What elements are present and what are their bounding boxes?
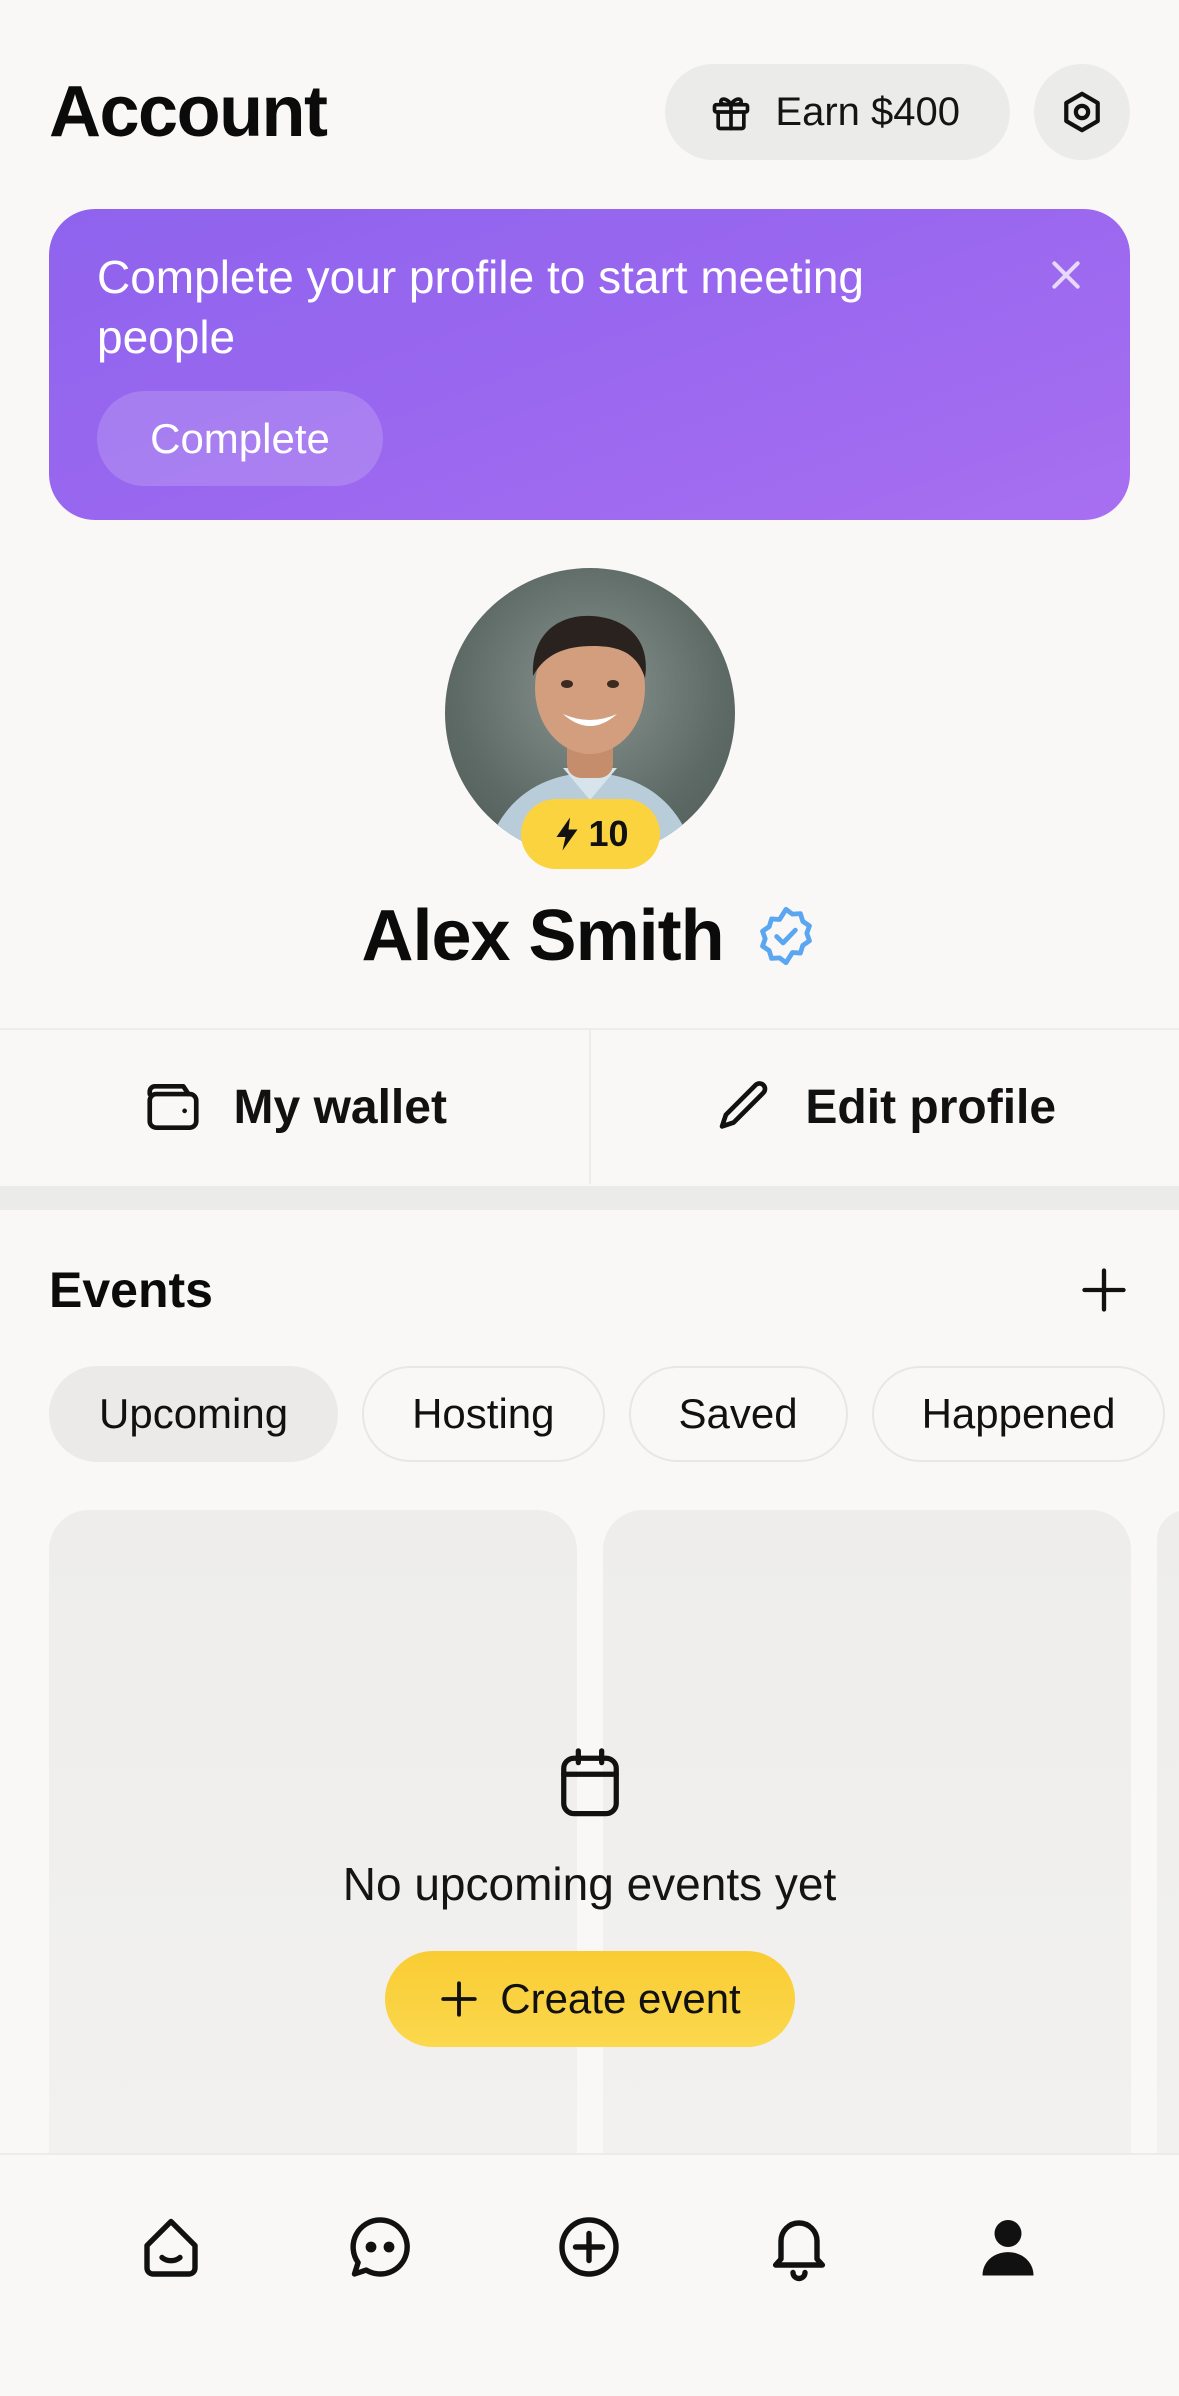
events-empty-state: No upcoming events yet Create event (0, 1745, 1179, 2047)
add-icon[interactable] (1078, 1264, 1130, 1316)
create-event-button[interactable]: Create event (384, 1951, 795, 2047)
name-row: Alex Smith (0, 895, 1179, 977)
account-screen: Account Earn $400 Complete your profile … (0, 0, 1179, 2396)
create-event-label: Create event (500, 1975, 741, 2022)
gift-icon (713, 97, 750, 131)
tab-happened[interactable]: Happened (871, 1366, 1166, 1462)
bottom-navigation (0, 2153, 1179, 2396)
banner-text: Complete your profile to start meeting p… (97, 251, 865, 363)
chat-icon (350, 2217, 410, 2277)
earn-label: Earn $400 (775, 89, 960, 134)
complete-button[interactable]: Complete (97, 391, 383, 486)
pencil-icon (720, 1081, 768, 1129)
header: Account Earn $400 (49, 64, 1130, 160)
nav-profile[interactable] (960, 2199, 1056, 2295)
header-actions: Earn $400 (665, 64, 1130, 160)
page-title: Account (49, 72, 328, 152)
profile-actions: My wallet Edit profile (0, 1028, 1179, 1184)
lightning-icon (556, 817, 578, 851)
tab-upcoming[interactable]: Upcoming (49, 1366, 339, 1462)
profile-icon (982, 2220, 1034, 2276)
wallet-icon (146, 1084, 199, 1130)
plus-icon (441, 1981, 477, 2017)
tab-saved[interactable]: Saved (628, 1366, 848, 1462)
events-title: Events (49, 1262, 213, 1318)
nav-chat[interactable] (332, 2199, 428, 2295)
wallet-label: My wallet (233, 1080, 447, 1134)
tab-hosting[interactable]: Hosting (362, 1366, 605, 1462)
edit-profile-button[interactable]: Edit profile (591, 1030, 1179, 1184)
complete-profile-banner: Complete your profile to start meeting p… (49, 209, 1130, 520)
events-tabs: Upcoming Hosting Saved Happened (49, 1366, 1166, 1462)
empty-state-text: No upcoming events yet (342, 1858, 837, 1910)
nav-create[interactable] (541, 2199, 637, 2295)
nav-notifications[interactable] (751, 2199, 847, 2295)
user-name: Alex Smith (361, 896, 724, 976)
close-icon[interactable] (1046, 255, 1086, 295)
create-icon (559, 2217, 620, 2277)
edit-profile-label: Edit profile (805, 1080, 1057, 1134)
settings-icon (1064, 91, 1100, 133)
score-badge[interactable]: 10 (521, 799, 660, 869)
section-separator (0, 1186, 1179, 1210)
verified-icon (759, 906, 812, 966)
calendar-icon (560, 1748, 619, 1817)
bell-icon (772, 2220, 825, 2282)
settings-button[interactable] (1034, 64, 1130, 160)
events-header: Events (49, 1250, 1130, 1330)
nav-home[interactable] (123, 2199, 219, 2295)
score-value: 10 (588, 813, 629, 854)
home-icon (143, 2218, 198, 2277)
my-wallet-button[interactable]: My wallet (0, 1030, 589, 1184)
earn-referral-button[interactable]: Earn $400 (665, 64, 1010, 160)
